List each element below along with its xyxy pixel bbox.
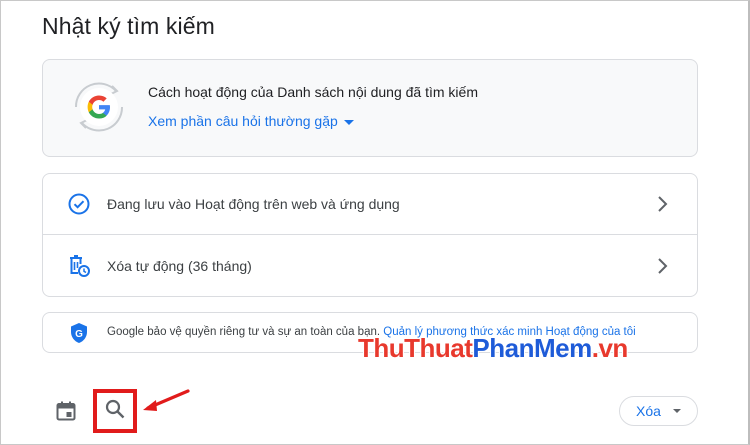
watermark-part-1: ThuThuat	[358, 333, 473, 363]
web-app-activity-row[interactable]: Đang lưu vào Hoạt động trên web và ứng d…	[43, 174, 697, 235]
faq-link-label: Xem phần câu hỏi thường gặp	[148, 113, 338, 129]
google-g-logo-icon	[66, 74, 132, 140]
web-app-activity-label: Đang lưu vào Hoạt động trên web và ứng d…	[107, 196, 400, 212]
svg-text:G: G	[75, 329, 83, 340]
delete-button-label: Xóa	[636, 403, 661, 419]
watermark-part-2: PhanMem	[472, 333, 592, 363]
delete-dropdown-button[interactable]: Xóa	[619, 396, 698, 426]
faq-link[interactable]: Xem phần câu hỏi thường gặp	[148, 113, 354, 129]
auto-delete-icon	[67, 254, 91, 278]
auto-delete-label: Xóa tự động (36 tháng)	[107, 258, 252, 274]
watermark-part-3: .vn	[591, 333, 629, 363]
chevron-right-icon	[655, 194, 669, 214]
page-title: Nhật ký tìm kiếm	[42, 13, 215, 39]
red-arrow-annotation	[140, 388, 192, 419]
caret-down-icon	[672, 409, 681, 413]
chevron-right-icon	[655, 256, 669, 276]
search-icon	[104, 398, 126, 425]
settings-card: Đang lưu vào Hoạt động trên web và ứng d…	[42, 173, 698, 297]
caret-down-icon	[343, 119, 354, 125]
info-text: Cách hoạt động của Danh sách nội dung đã…	[148, 84, 478, 100]
auto-delete-row[interactable]: Xóa tự động (36 tháng)	[43, 235, 697, 297]
watermark: ThuThuatPhanMem.vn	[358, 333, 628, 364]
shield-icon: G	[70, 322, 88, 349]
search-button[interactable]	[93, 389, 137, 433]
privacy-statement: Google bảo vệ quyền riêng tư và sự an to…	[107, 326, 381, 338]
calendar-icon[interactable]	[54, 399, 78, 423]
info-card: Cách hoạt động của Danh sách nội dung đã…	[42, 59, 698, 157]
check-circle-icon	[67, 192, 91, 216]
